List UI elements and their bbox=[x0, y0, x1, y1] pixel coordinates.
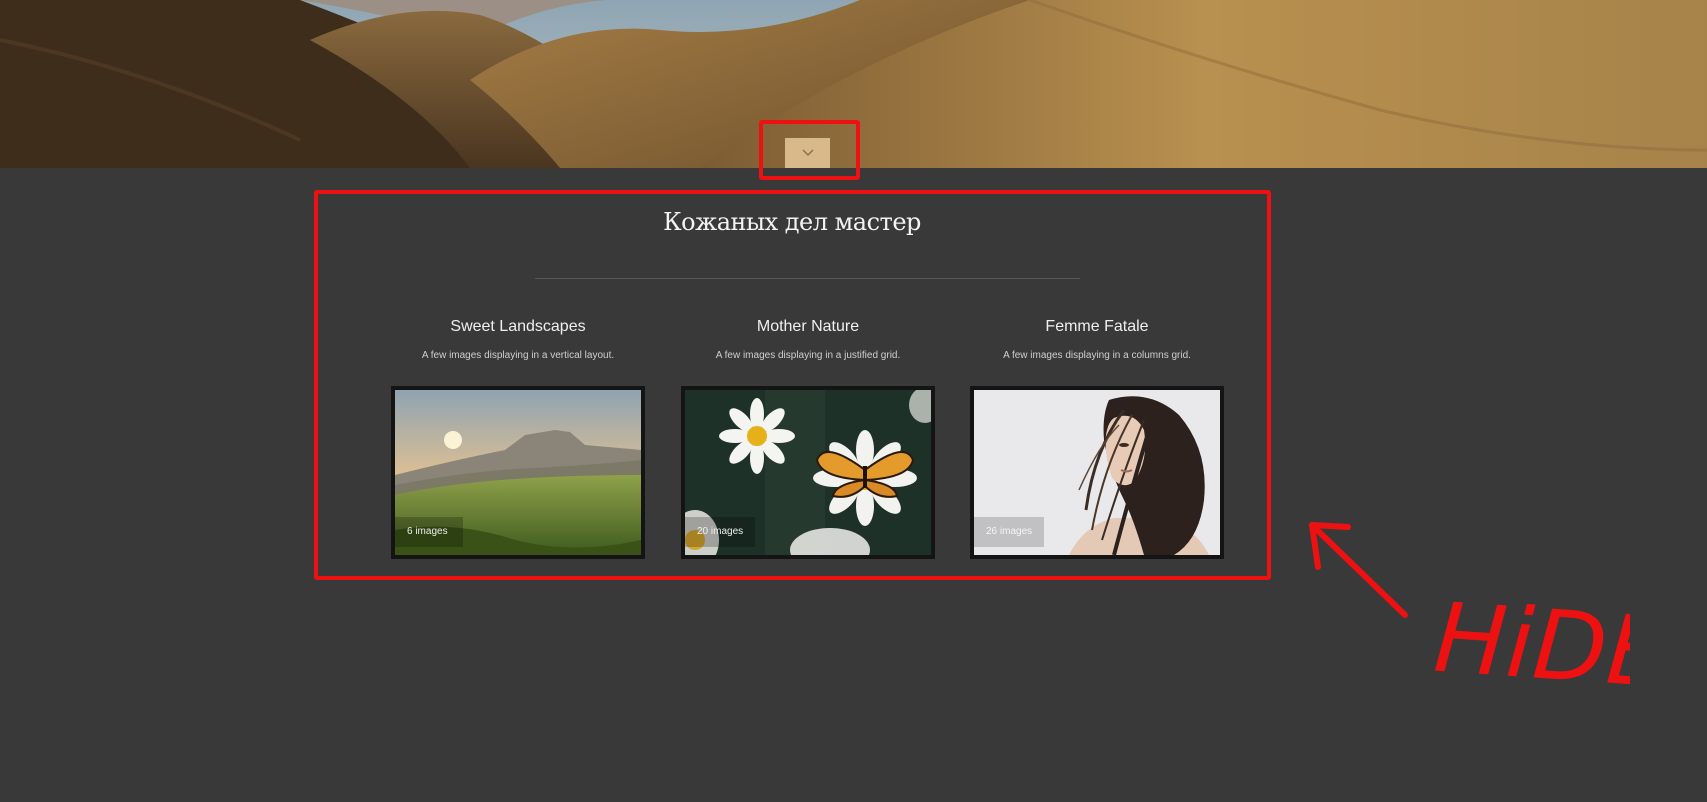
album-title: Sweet Landscapes bbox=[450, 318, 586, 335]
album-thumbnail-link[interactable]: 26 images bbox=[970, 386, 1224, 559]
album-title: Mother Nature bbox=[756, 318, 860, 335]
album-title: Femme Fatale bbox=[1045, 318, 1149, 335]
album-card-sweet-landscapes: Sweet Landscapes A few images displaying… bbox=[391, 318, 645, 559]
hero-hills-image bbox=[0, 0, 1707, 168]
hero-banner bbox=[0, 0, 1707, 168]
section-divider bbox=[535, 278, 1080, 279]
album-description: A few images displaying in a justified g… bbox=[715, 350, 901, 361]
section-title: Кожаных дел мастер bbox=[663, 208, 921, 236]
image-count-badge: 26 images bbox=[974, 517, 1045, 547]
annotation-text: HiDE bbox=[1431, 582, 1630, 695]
scroll-down-button[interactable] bbox=[785, 138, 830, 168]
image-count-badge: 6 images bbox=[395, 517, 463, 547]
annotation-arrow-icon: HiDE bbox=[1309, 522, 1672, 710]
page: Кожаных дел мастер Sweet Landscapes A fe… bbox=[0, 0, 1707, 802]
annotation-hide-note: HiDE bbox=[1300, 515, 1672, 710]
album-description: A few images displaying in a vertical la… bbox=[421, 350, 615, 361]
album-thumbnail-link[interactable]: 6 images bbox=[391, 386, 645, 559]
chevron-down-icon bbox=[802, 149, 813, 156]
album-thumbnail-link[interactable]: 20 images bbox=[681, 386, 935, 559]
image-count-badge: 20 images bbox=[685, 517, 756, 547]
album-card-femme-fatale: Femme Fatale A few images displaying in … bbox=[970, 318, 1224, 559]
album-description: A few images displaying in a columns gri… bbox=[1003, 350, 1191, 361]
album-card-mother-nature: Mother Nature A few images displaying in… bbox=[681, 318, 935, 559]
